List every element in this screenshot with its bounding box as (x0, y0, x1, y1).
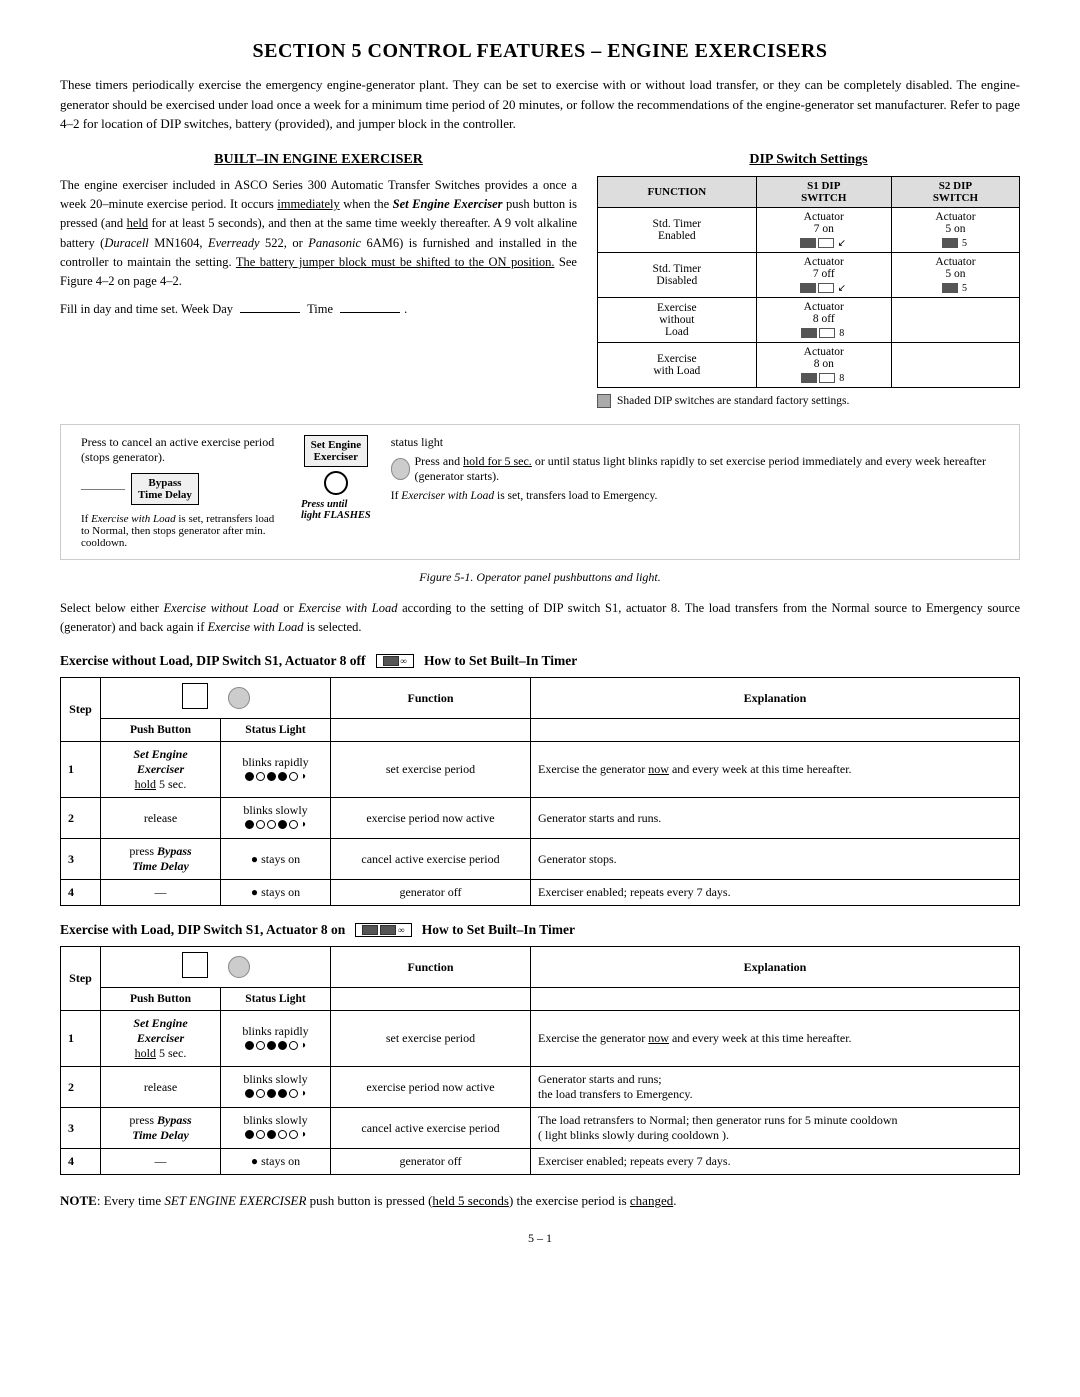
dip-row-3: ExercisewithoutLoad Actuator8 off 8 (598, 297, 1020, 342)
shaded-note: Shaded DIP switches are standard factory… (597, 394, 1020, 408)
dots-1wl: ◑ (245, 1040, 306, 1051)
dots-2wl: ◑ (245, 1088, 306, 1099)
dip-row-4: Exercisewith Load Actuator8 on 8 (598, 342, 1020, 387)
col-header-explanation-2: Explanation (531, 947, 1020, 988)
dip-indicator-off: ∞ (376, 654, 414, 668)
exercise-without-table: Step Function Explanation Push Button St… (60, 677, 1020, 906)
dip-indicator-on: ∞ (355, 923, 411, 937)
exercise-with-table: Step Function Explanation Push Button St… (60, 946, 1020, 1175)
table-row: 2 release blinks slowly ◑ exercise perio… (61, 1067, 1020, 1108)
col-header-function: Function (331, 678, 531, 719)
table-row: 2 release blinks slowly ◑ exercise perio… (61, 798, 1020, 839)
status-light-col-icon (228, 687, 250, 709)
col-subheader-pushbutton-2: Push Button (101, 988, 221, 1011)
fill-line: Fill in day and time set. Week Day Time … (60, 302, 577, 317)
exercise-with-header: Exercise with Load, DIP Switch S1, Actua… (60, 922, 1020, 938)
built-in-body: The engine exerciser included in ASCO Se… (60, 176, 577, 292)
load-retransfer-note: If Exercise with Load is set, retransfer… (81, 513, 281, 549)
dots-3wl: ◑ (245, 1129, 306, 1140)
table-row: 4 — ● stays on generator off Exerciser e… (61, 1149, 1020, 1175)
dip-col-function: FUNCTION (598, 176, 757, 207)
table-row: 4 — ● stays on generator off Exerciser e… (61, 880, 1020, 906)
dots-2w: ◑ (245, 819, 306, 830)
status-light-col-icon-2 (228, 956, 250, 978)
dip-table: FUNCTION S1 DIPSWITCH S2 DIPSWITCH Std. … (597, 176, 1020, 388)
dots-1w: ◑ (245, 771, 306, 782)
panel-diagram: Press to cancel an active exercise perio… (60, 424, 1020, 560)
table-row: 1 Set EngineExerciserhold 5 sec. blinks … (61, 1011, 1020, 1067)
push-button-icon (182, 683, 208, 709)
set-engine-circle (324, 471, 348, 495)
col-header-step: Step (61, 678, 101, 742)
table-row: 3 press BypassTime Delay blinks slowly ◑… (61, 1108, 1020, 1149)
col-header-push-group-2 (101, 947, 331, 988)
press-until: Press untillight FLASHES (301, 499, 371, 521)
set-engine-note: Press and hold for 5 sec. or until statu… (414, 454, 999, 484)
bypass-note: Press to cancel an active exercise perio… (81, 435, 281, 465)
table-row: 1 Set EngineExerciserhold 5 sec. blinks … (61, 742, 1020, 798)
col-subheader-statuslight: Status Light (221, 719, 331, 742)
col-header-step-2: Step (61, 947, 101, 1011)
page-title: SECTION 5 CONTROL FEATURES – ENGINE EXER… (60, 40, 1020, 63)
set-engine-button[interactable]: Set EngineExerciser (304, 435, 368, 467)
col-subheader-pushbutton: Push Button (101, 719, 221, 742)
dip-row-2: Std. TimerDisabled Actuator7 off ↙ Actua… (598, 252, 1020, 297)
intro-text: These timers periodically exercise the e… (60, 75, 1020, 134)
select-text: Select below either Exercise without Loa… (60, 599, 1020, 638)
dip-title: DIP Switch Settings (597, 152, 1020, 168)
table-row: 3 press BypassTime Delay ● stays on canc… (61, 839, 1020, 880)
col-header-explanation: Explanation (531, 678, 1020, 719)
push-button-icon-2 (182, 952, 208, 978)
bypass-button[interactable]: BypassTime Delay (131, 473, 199, 505)
dip-col-s1: S1 DIPSWITCH (756, 176, 891, 207)
dip-row-1: Std. TimerEnabled Actuator7 on ↙ Actuato… (598, 207, 1020, 252)
col-header-push-group (101, 678, 331, 719)
figure-caption: Figure 5-1. Operator panel pushbuttons a… (60, 570, 1020, 585)
built-in-title: BUILT–IN ENGINE EXERCISER (60, 152, 577, 168)
note-text: NOTE: Every time SET ENGINE EXERCISER pu… (60, 1191, 1020, 1211)
load-emergency-note: If Exerciser with Load is set, transfers… (391, 490, 658, 502)
status-light-label: status light (391, 435, 999, 450)
exercise-without-header: Exercise without Load, DIP Switch S1, Ac… (60, 653, 1020, 669)
dip-col-s2: S2 DIPSWITCH (891, 176, 1019, 207)
col-header-function-2: Function (331, 947, 531, 988)
col-subheader-statuslight-2: Status Light (221, 988, 331, 1011)
page-number: 5 – 1 (60, 1231, 1020, 1246)
status-light-icon (391, 458, 411, 480)
shaded-box-icon (597, 394, 611, 408)
